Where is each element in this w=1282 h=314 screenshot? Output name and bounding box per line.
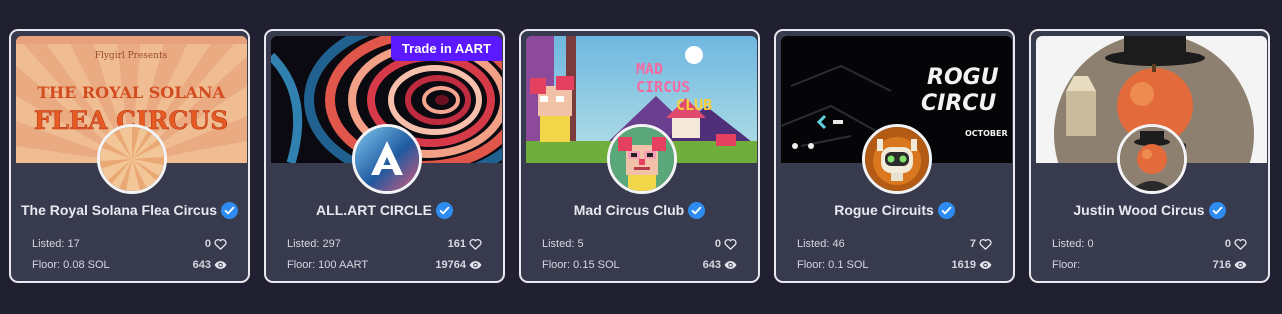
svg-text:CIRCUS: CIRCUS [636,78,690,96]
collection-name[interactable]: Mad Circus Club [574,202,684,218]
floor-price: Floor: 100 AART [287,259,369,271]
eye-icon [979,261,992,269]
like-button[interactable]: 0 [205,238,227,250]
collection-name[interactable]: The Royal Solana Flea Circus [21,202,217,218]
views: 643 [703,259,737,271]
floor-price: Floor: 0.08 SOL [32,259,110,271]
views: 1619 [952,259,992,271]
svg-text:Flygirl Presents: Flygirl Presents [95,51,168,61]
listed-count: Listed: 297 [287,238,341,250]
collection-name-row: The Royal Solana Flea Circus [15,200,244,220]
svg-text:CIRCU: CIRCU [921,91,996,116]
like-count: 0 [714,238,721,250]
view-count: 19764 [435,259,466,271]
collection-name-row: Justin Wood Circus [1035,200,1264,220]
collection-avatar [97,124,167,194]
collection-avatar [607,124,677,194]
listed-count: Listed: 5 [542,238,584,250]
heart-icon [979,238,992,250]
eye-icon [214,261,227,269]
view-count: 1619 [951,259,976,271]
collection-name-row: Mad Circus Club [525,200,754,220]
like-count: 161 [447,238,466,250]
listed-count: Listed: 46 [797,238,845,250]
svg-text:MAD: MAD [636,60,663,78]
views: 716 [1213,259,1247,271]
sunburst-icon [100,127,164,191]
collection-card[interactable]: ROGU CIRCU OCTOBER Rogue Circuits Listed… [774,29,1015,283]
svg-text:THE ROYAL SOLANA: THE ROYAL SOLANA [37,83,225,102]
collection-name-row: ALL.ART CIRCLE [270,200,499,220]
collection-card[interactable]: Flygirl Presents THE ROYAL SOLANA FLEA C… [9,29,250,283]
svg-text:ROGU: ROGU [927,65,999,90]
collection-name[interactable]: Justin Wood Circus [1073,202,1204,218]
eye-icon [724,261,737,269]
collection-name-row: Rogue Circuits [780,200,1009,220]
heart-icon [1234,238,1247,250]
listed-count: Listed: 0 [1052,238,1094,250]
svg-text:CLUB: CLUB [676,96,712,114]
like-button[interactable]: 0 [1225,238,1247,250]
pixel-clown-icon [610,127,674,191]
apple-face-man-icon [1120,127,1184,191]
like-count: 7 [969,238,976,250]
views: 19764 [435,259,482,271]
verified-badge-icon [688,201,706,219]
collection-avatar [352,124,422,194]
eye-icon [469,261,482,269]
like-count: 0 [1224,238,1231,250]
floor-price: Floor: [1052,259,1081,271]
heart-icon [469,238,482,250]
like-button[interactable]: 0 [715,238,737,250]
floor-price: Floor: 0.1 SOL [797,259,869,271]
verified-badge-icon [937,201,955,219]
floor-price: Floor: 0.15 SOL [542,259,620,271]
eye-icon [1234,261,1247,269]
allart-logo-icon [355,127,419,191]
collection-name[interactable]: Rogue Circuits [834,202,934,218]
collection-card[interactable]: Justin Wood Circus Listed: 0 0 Floor: 71… [1029,29,1270,283]
collection-row: Flygirl Presents THE ROYAL SOLANA FLEA C… [0,0,1282,314]
view-count: 643 [702,259,721,271]
trade-badge[interactable]: Trade in AART [390,36,502,61]
verified-badge-icon [435,201,453,219]
collection-avatar [1117,124,1187,194]
like-count: 0 [204,238,211,250]
collection-card[interactable]: MAD CIRCUS CLUB Mad Circus Club Listed: … [519,29,760,283]
collection-name[interactable]: ALL.ART CIRCLE [316,202,432,218]
verified-badge-icon [221,201,239,219]
collection-card[interactable]: Trade in AART ALL.ART CIRCLE Listed: 297… [264,29,505,283]
robot-icon [865,127,929,191]
svg-text:OCTOBER: OCTOBER [965,129,1008,138]
listed-count: Listed: 17 [32,238,80,250]
views: 643 [193,259,227,271]
heart-icon [724,238,737,250]
view-count: 643 [192,259,211,271]
like-button[interactable]: 7 [970,238,992,250]
collection-avatar [862,124,932,194]
verified-badge-icon [1208,201,1226,219]
view-count: 716 [1212,259,1231,271]
heart-icon [214,238,227,250]
like-button[interactable]: 161 [448,238,482,250]
